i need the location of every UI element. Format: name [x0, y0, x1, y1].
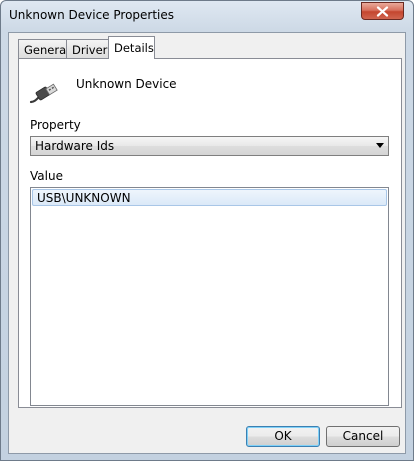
device-name: Unknown Device [76, 77, 177, 91]
title-bar[interactable]: Unknown Device Properties [1, 1, 413, 32]
property-selected-value: Hardware Ids [35, 139, 115, 153]
tab-general-label: General [24, 43, 70, 57]
tab-driver[interactable]: Driver [66, 39, 109, 59]
usb-plug-icon [28, 81, 60, 108]
value-label: Value [30, 169, 63, 183]
tab-details[interactable]: Details [108, 36, 155, 59]
tab-general[interactable]: General [18, 39, 70, 59]
ok-button[interactable]: OK [246, 426, 320, 447]
window-title: Unknown Device Properties [9, 8, 175, 22]
cancel-button[interactable]: Cancel [326, 426, 400, 447]
chevron-down-icon [376, 143, 384, 148]
properties-window: Unknown Device Properties General Driver… [0, 0, 414, 461]
property-dropdown[interactable]: Hardware Ids [30, 136, 389, 156]
property-label: Property [30, 118, 81, 132]
value-list[interactable]: USB\UNKNOWN [30, 187, 389, 406]
close-icon [376, 6, 389, 17]
close-button[interactable] [361, 2, 404, 20]
tab-driver-label: Driver [72, 43, 108, 57]
dialog-client-area: General Driver Details Unknown Device Pr… [8, 32, 406, 454]
list-item[interactable]: USB\UNKNOWN [32, 189, 387, 206]
tab-details-label: Details [114, 41, 154, 55]
